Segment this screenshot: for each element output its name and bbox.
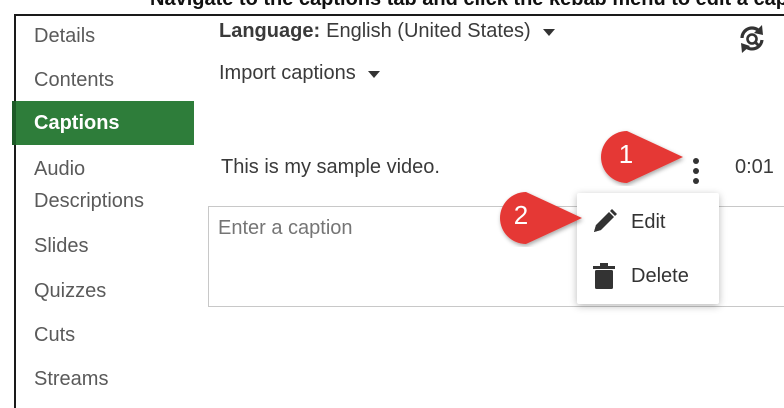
sidebar-item-contents[interactable]: Contents [12, 64, 194, 96]
caption-text[interactable]: This is my sample video. [221, 156, 440, 179]
kebab-menu-icon[interactable] [688, 155, 704, 187]
callout-2-number: 2 [513, 200, 529, 230]
chevron-down-icon [367, 71, 380, 78]
menu-item-edit-label: Edit [631, 210, 666, 233]
sidebar-item-quizzes[interactable]: Quizzes [12, 275, 194, 307]
instruction-banner: Navigate to the captions tab and click t… [0, 0, 784, 14]
sidebar-item-captions[interactable]: Captions [12, 101, 194, 145]
language-label: Language: [219, 20, 321, 42]
refresh-search-icon[interactable] [736, 22, 770, 56]
sidebar-item-slides[interactable]: Slides [12, 230, 194, 262]
callout-marker-icon [500, 192, 582, 244]
caption-context-menu: Edit Delete [577, 193, 719, 304]
trash-icon [593, 263, 615, 289]
pencil-icon [594, 209, 617, 232]
sidebar-item-details[interactable]: Details [12, 20, 194, 52]
callout-2: 2 [484, 189, 586, 247]
callout-1-number: 1 [618, 139, 634, 169]
import-captions-label: Import captions [219, 62, 356, 84]
import-captions-dropdown[interactable]: Import captions [219, 62, 380, 85]
sidebar-item-cuts[interactable]: Cuts [12, 319, 194, 351]
menu-item-delete-label: Delete [631, 264, 689, 287]
language-selector[interactable]: Language: English (United States) [219, 20, 555, 43]
caption-timecode[interactable]: 0:01 [735, 156, 774, 179]
chevron-down-icon [542, 29, 555, 36]
sidebar-item-streams[interactable]: Streams [12, 363, 194, 395]
app-window: Navigate to the captions tab and click t… [0, 0, 784, 408]
language-value: English (United States) [326, 20, 531, 42]
sidebar-item-audio-descriptions[interactable]: Audio Descriptions [12, 153, 196, 217]
menu-item-delete[interactable]: Delete [577, 250, 719, 302]
instruction-text: Navigate to the captions tab and click t… [150, 0, 784, 11]
callout-1: 1 [583, 128, 687, 186]
menu-item-edit[interactable]: Edit [577, 196, 719, 248]
